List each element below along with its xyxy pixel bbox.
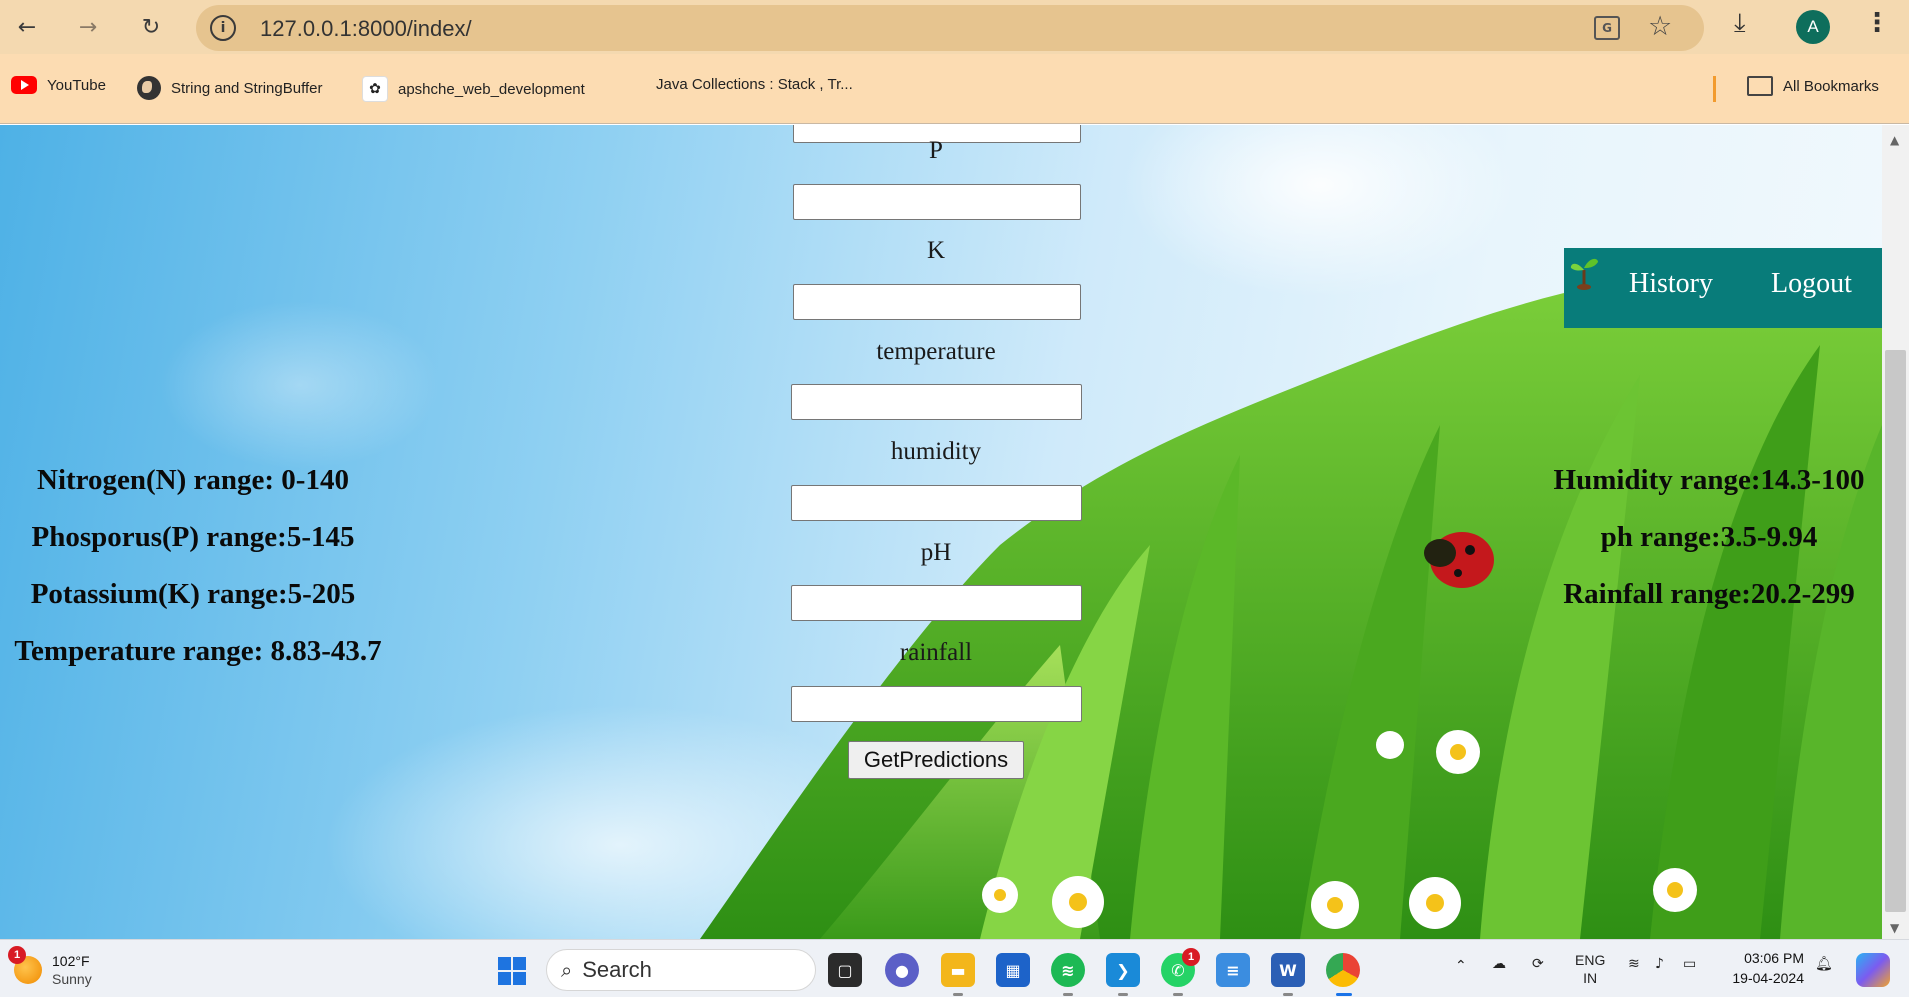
humidity-input[interactable] — [791, 485, 1082, 521]
bookmark-string-stringbuffer[interactable]: String and StringBuffer — [137, 76, 322, 100]
temperature-label: temperature — [876, 338, 996, 365]
scrollbar-thumb[interactable] — [1885, 350, 1906, 912]
phosphorus-range: Phosporus(P) range:5-145 — [31, 521, 355, 553]
rainfall-input[interactable] — [791, 686, 1082, 722]
download-icon[interactable]: ⤓ — [1734, 8, 1746, 39]
page-scrollbar[interactable]: ▲ ▼ — [1882, 125, 1909, 939]
get-predictions-button[interactable]: GetPredictions — [848, 741, 1024, 779]
chrome-icon[interactable] — [1326, 953, 1360, 987]
scroll-up-arrow-icon[interactable]: ▲ — [1890, 133, 1899, 147]
search-icon: ⌕ — [561, 958, 573, 982]
chat-icon[interactable]: ● — [885, 953, 919, 987]
weather-widget[interactable]: 1 102°F Sunny — [8, 946, 92, 988]
history-link[interactable]: History — [1629, 268, 1713, 300]
bookmark-label: YouTube — [47, 76, 106, 94]
temperature-range: Temperature range: 8.83-43.7 — [14, 635, 382, 667]
sync-icon[interactable]: ⟳ — [1532, 956, 1544, 972]
p-label: P — [929, 137, 943, 164]
region-code: IN — [1583, 970, 1598, 986]
rainfall-range: Rainfall range:20.2-299 — [1563, 578, 1855, 610]
reload-icon[interactable]: ↻ — [134, 10, 168, 44]
github-icon: ✿ — [362, 76, 388, 102]
url-text[interactable]: 127.0.0.1:8000/index/ — [260, 16, 472, 42]
address-bar[interactable]: i 127.0.0.1:8000/index/ G ☆ — [196, 5, 1704, 51]
translate-icon[interactable]: G — [1594, 16, 1620, 40]
copilot-icon[interactable] — [1856, 953, 1890, 987]
language-code: ENG — [1575, 952, 1606, 968]
rainfall-label: rainfall — [899, 639, 973, 666]
weather-temperature: 102°F — [52, 953, 90, 969]
youtube-icon — [11, 76, 37, 94]
scroll-down-arrow-icon[interactable]: ▼ — [1890, 921, 1899, 935]
bookmark-java-collections[interactable]: Java Collections : Stack , Tr... — [656, 76, 853, 93]
bookmark-label: apshche_web_development — [398, 80, 585, 98]
back-arrow-icon[interactable]: ← — [10, 10, 44, 44]
microsoft-store-icon[interactable]: ▦ — [996, 953, 1030, 987]
sprout-icon — [1570, 258, 1598, 290]
ph-range: ph range:3.5-9.94 — [1600, 521, 1818, 553]
logout-link[interactable]: Logout — [1771, 268, 1852, 300]
cloud-icon[interactable]: ☁ — [1492, 956, 1506, 972]
spotify-icon[interactable]: ≋ — [1051, 953, 1085, 987]
bookmarks-bar: YouTube String and StringBuffer ✿ apshch… — [0, 54, 1909, 124]
language-indicator[interactable]: ENG IN — [1575, 951, 1605, 987]
temperature-input[interactable] — [791, 384, 1082, 420]
vscode-icon[interactable]: ❯ — [1106, 953, 1140, 987]
site-info-icon[interactable]: i — [210, 15, 236, 41]
battery-icon[interactable]: ▭ — [1683, 956, 1696, 972]
humidity-label: humidity — [890, 438, 982, 465]
bookmark-apshche[interactable]: ✿ apshche_web_development — [362, 76, 585, 102]
task-view-icon[interactable]: ▢ — [828, 953, 862, 987]
browser-toolbar: ← → ↻ i 127.0.0.1:8000/index/ G ☆ ⤓ A ⋮ — [0, 0, 1909, 54]
k-input[interactable] — [793, 284, 1081, 320]
windows-start-icon[interactable] — [498, 957, 526, 985]
clock-date: 19-04-2024 — [1732, 970, 1804, 986]
volume-icon[interactable]: ♪ — [1655, 956, 1664, 972]
ph-input[interactable] — [791, 585, 1082, 621]
profile-avatar[interactable]: A — [1796, 10, 1830, 44]
all-bookmarks-label: All Bookmarks — [1783, 77, 1879, 95]
nitrogen-range: Nitrogen(N) range: 0-140 — [37, 464, 349, 496]
browser-menu-icon[interactable]: ⋮ — [1864, 8, 1890, 38]
word-icon[interactable]: W — [1271, 953, 1305, 987]
potassium-range: Potassium(K) range:5-205 — [30, 578, 356, 610]
globe-icon — [137, 76, 161, 100]
forward-arrow-icon[interactable]: → — [71, 10, 105, 44]
humidity-range: Humidity range:14.3-100 — [1553, 464, 1865, 496]
notepad-icon[interactable]: ≡ — [1216, 953, 1250, 987]
all-bookmarks[interactable]: All Bookmarks — [1747, 76, 1879, 96]
system-clock[interactable]: 03:06 PM 19-04-2024 — [1722, 948, 1804, 988]
file-explorer-icon[interactable]: ▬ — [941, 953, 975, 987]
bookmark-label: String and StringBuffer — [171, 79, 323, 97]
bookmark-star-icon[interactable]: ☆ — [1648, 11, 1672, 42]
bookmark-youtube[interactable]: YouTube — [11, 76, 106, 94]
k-label: K — [926, 237, 946, 264]
bookmark-label: Java Collections : Stack , Tr... — [656, 76, 853, 93]
ph-label: pH — [920, 539, 952, 566]
taskbar-search[interactable]: ⌕ Search — [546, 949, 816, 991]
sun-icon: 1 — [8, 946, 42, 984]
top-navigation: History Logout — [1564, 248, 1882, 328]
weather-badge: 1 — [8, 946, 26, 964]
p-input[interactable] — [793, 184, 1081, 220]
chevron-up-icon[interactable]: ⌃ — [1455, 958, 1467, 974]
weather-description: Sunny — [52, 971, 92, 987]
bookmarks-divider — [1713, 76, 1716, 102]
clock-time: 03:06 PM — [1744, 950, 1804, 966]
wifi-icon[interactable]: ≋ — [1628, 956, 1640, 972]
folder-icon — [1747, 76, 1773, 96]
search-placeholder: Search — [582, 957, 652, 982]
windows-taskbar: 1 102°F Sunny ⌕ Search ▢ ● ▬ ▦ ≋ ❯ ✆ 1 ≡… — [0, 939, 1909, 997]
page-background: P K temperature humidity pH rainfall Get… — [0, 125, 1882, 939]
whatsapp-badge: 1 — [1182, 948, 1200, 966]
notification-bell-icon[interactable]: 🔔︎ — [1815, 956, 1833, 972]
